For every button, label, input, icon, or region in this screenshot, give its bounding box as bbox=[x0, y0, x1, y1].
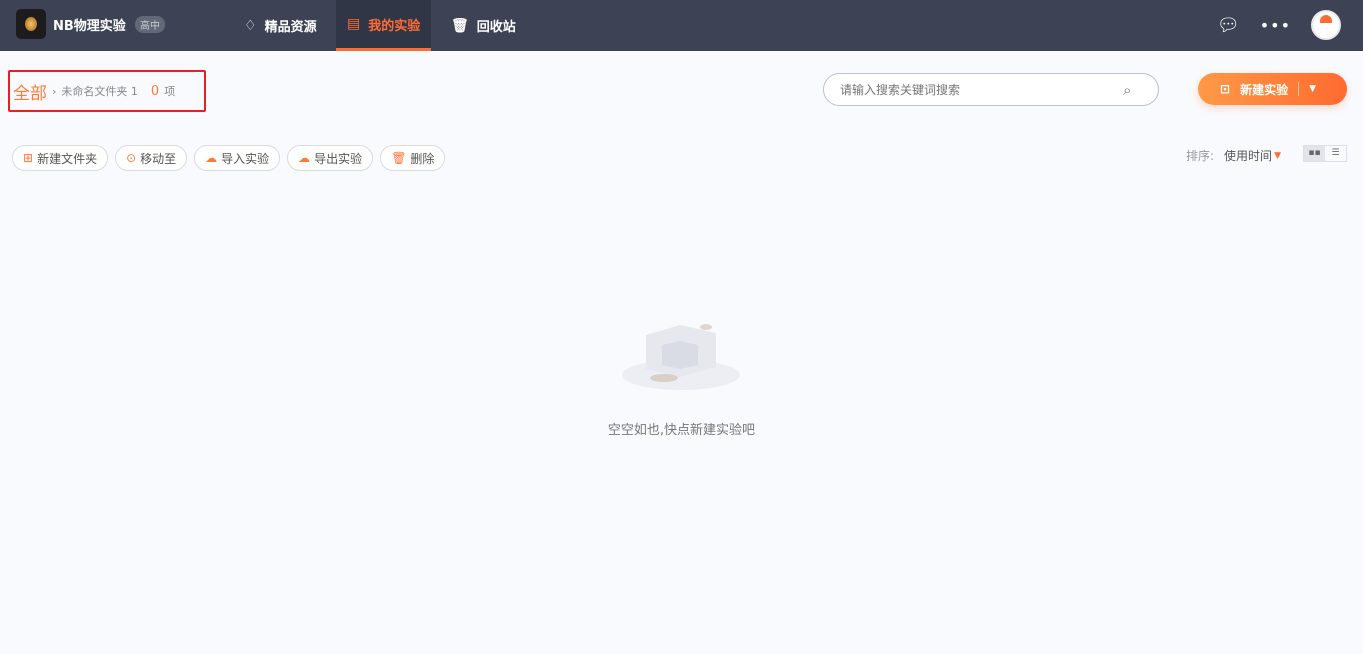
breadcrumb-separator: › bbox=[52, 84, 57, 98]
label: 导出实验 bbox=[314, 151, 363, 166]
app-logo[interactable] bbox=[16, 9, 46, 39]
new-experiment-button[interactable]: ⊡ 新建实验 ▼ bbox=[1198, 73, 1347, 105]
move-icon: ⊙ bbox=[126, 151, 137, 165]
grid-view-icon[interactable]: ▪▪ bbox=[1304, 146, 1325, 161]
nav-my-experiments[interactable]: ▤ 我的实验 bbox=[336, 0, 432, 51]
app-name: NB物理实验 bbox=[53, 19, 126, 34]
more-icon[interactable]: ••• bbox=[1260, 16, 1291, 35]
label: 新建文件夹 bbox=[37, 151, 98, 166]
nav-label: 我的实验 bbox=[368, 18, 421, 34]
dropdown-caret-icon[interactable]: ▼ bbox=[1309, 84, 1316, 94]
sort-label: 排序: bbox=[1186, 149, 1215, 163]
cloud-download-icon: ☁ bbox=[205, 151, 218, 165]
empty-message: 空空如也,快点新建实验吧 bbox=[607, 423, 756, 438]
toolbar: ⊞ 新建文件夹 ⊙ 移动至 ☁ 导入实验 ☁ 导出实验 🗑 删除 bbox=[12, 145, 446, 171]
nav-label: 回收站 bbox=[476, 20, 516, 35]
trash-icon: 🗑 bbox=[451, 17, 469, 34]
nav-recycle-bin[interactable]: 🗑 回收站 bbox=[440, 0, 527, 51]
breadcrumb-folder[interactable]: 未命名文件夹 1 bbox=[61, 83, 138, 99]
label: 移动至 bbox=[140, 151, 177, 166]
delete-button[interactable]: 🗑 删除 bbox=[380, 145, 446, 171]
folder-plus-icon: ⊞ bbox=[23, 151, 34, 165]
folder-icon: ▤ bbox=[347, 16, 361, 32]
nav-label: 精品资源 bbox=[264, 20, 317, 35]
empty-box-illustration bbox=[622, 324, 740, 390]
nav-resources[interactable]: ♢ 精品资源 bbox=[233, 0, 328, 51]
breadcrumb: 全部 › 未命名文件夹 1 0 项 bbox=[8, 70, 206, 112]
search-input[interactable] bbox=[823, 73, 1159, 106]
new-file-icon: ⊡ bbox=[1220, 82, 1231, 96]
search-icon[interactable]: ⌕ bbox=[1123, 81, 1131, 99]
list-view-icon[interactable]: ☰ bbox=[1325, 146, 1346, 161]
cloud-upload-icon: ☁ bbox=[298, 151, 311, 165]
breadcrumb-root[interactable]: 全部 bbox=[13, 79, 47, 104]
item-count-unit: 项 bbox=[164, 85, 176, 98]
view-toggle: ▪▪ ☰ bbox=[1303, 145, 1347, 162]
item-count: 0 bbox=[150, 83, 160, 99]
label: 导入实验 bbox=[221, 151, 270, 166]
export-button[interactable]: ☁ 导出实验 bbox=[287, 145, 374, 171]
level-badge[interactable]: 高中 bbox=[135, 16, 165, 33]
new-experiment-label: 新建实验 bbox=[1240, 82, 1289, 97]
sort-value[interactable]: 使用时间 bbox=[1224, 147, 1272, 164]
trash-icon: 🗑 bbox=[391, 151, 407, 165]
import-button[interactable]: ☁ 导入实验 bbox=[194, 145, 281, 171]
label: 删除 bbox=[410, 151, 435, 166]
diamond-icon: ♢ bbox=[244, 17, 257, 34]
top-bar: NB物理实验 高中 ♢ 精品资源 ▤ 我的实验 🗑 回收站 💬︎ ••• bbox=[0, 0, 1363, 51]
sort-control[interactable]: 排序: 使用时间 ▼ bbox=[1186, 147, 1281, 164]
move-to-button[interactable]: ⊙ 移动至 bbox=[115, 145, 188, 171]
caret-down-icon[interactable]: ▼ bbox=[1274, 151, 1281, 161]
new-folder-button[interactable]: ⊞ 新建文件夹 bbox=[12, 145, 109, 171]
message-icon[interactable]: 💬︎ bbox=[1217, 15, 1240, 36]
avatar[interactable] bbox=[1311, 10, 1341, 40]
